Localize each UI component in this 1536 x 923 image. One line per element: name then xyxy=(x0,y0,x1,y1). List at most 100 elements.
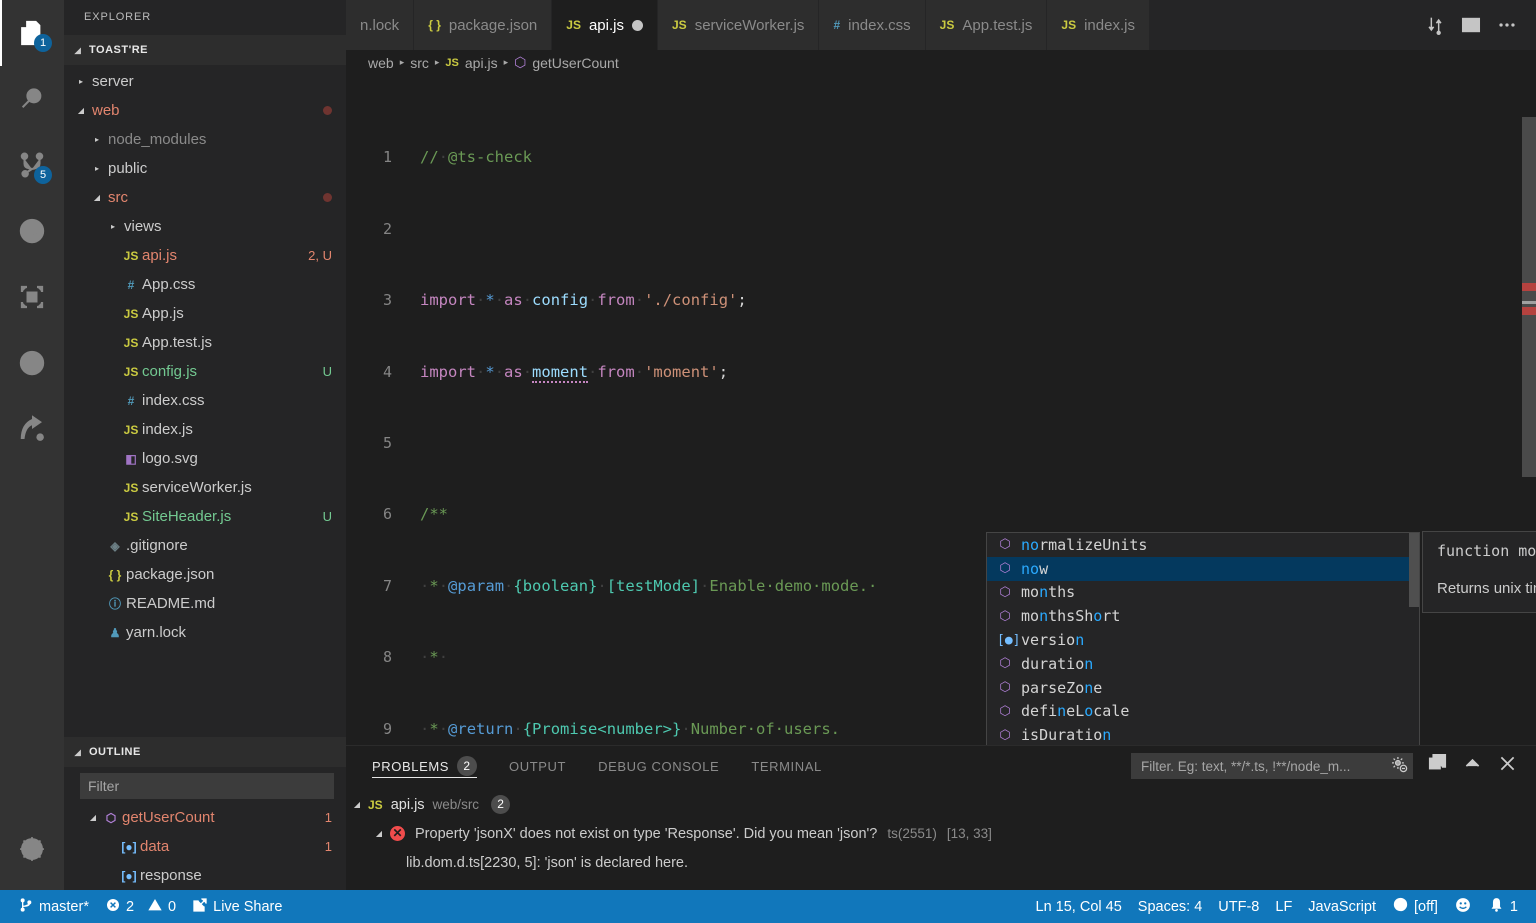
chevron-down-icon[interactable]: ◢ xyxy=(74,106,88,115)
file-tree-item[interactable]: ◢web xyxy=(64,96,346,125)
view-as-table-icon[interactable] xyxy=(1427,753,1448,779)
file-tree-item[interactable]: JSindex.js xyxy=(64,415,346,444)
unsaved-indicator-icon[interactable] xyxy=(632,20,643,31)
editor-tab[interactable]: JSindex.js xyxy=(1047,0,1150,50)
file-tree-item[interactable]: JSApp.js xyxy=(64,299,346,328)
split-editor-icon[interactable] xyxy=(1456,10,1486,40)
outline-header[interactable]: ◢ OUTLINE xyxy=(64,737,346,767)
outline-item[interactable]: ◢⬡getUserCount1 xyxy=(64,803,346,832)
status-cursor-position[interactable]: Ln 15, Col 45 xyxy=(1028,890,1130,923)
activity-item-extensions[interactable] xyxy=(0,264,64,330)
panel-tab-label: DEBUG CONSOLE xyxy=(598,759,719,774)
bell-icon xyxy=(1488,896,1505,917)
chevron-right-icon[interactable]: ▸ xyxy=(90,164,104,173)
status-language-mode[interactable]: JavaScript xyxy=(1300,890,1384,923)
file-tree-item[interactable]: #App.css xyxy=(64,270,346,299)
file-tree-item[interactable]: JSSiteHeader.jsU xyxy=(64,502,346,531)
file-tree-item[interactable]: ♟yarn.lock xyxy=(64,618,346,647)
more-actions-icon[interactable] xyxy=(1492,10,1522,40)
chevron-down-icon[interactable]: ◢ xyxy=(86,813,100,822)
suggestion-item[interactable]: ⬡parseZone xyxy=(987,676,1419,700)
file-tree-item[interactable]: ▸views xyxy=(64,212,346,241)
panel-tab[interactable]: PROBLEMS2 xyxy=(372,746,493,786)
status-notifications[interactable]: 1 xyxy=(1480,890,1526,923)
suggestion-item[interactable]: ⬡normalizeUnits xyxy=(987,533,1419,557)
file-tree-item[interactable]: ◈.gitignore xyxy=(64,531,346,560)
problem-item[interactable]: ◢ ✕ Property 'jsonX' does not exist on t… xyxy=(346,819,1536,848)
file-type-icon: # xyxy=(120,394,142,408)
problems-filter-input[interactable]: Filter. Eg: text, **/*.ts, !**/node_m... xyxy=(1131,753,1413,779)
file-tree-item[interactable]: JSconfig.jsU xyxy=(64,357,346,386)
editor-tab[interactable]: JSserviceWorker.js xyxy=(658,0,819,50)
status-live-share[interactable]: Live Share xyxy=(184,890,290,923)
collapse-panel-icon[interactable] xyxy=(1462,753,1483,779)
suggestion-item[interactable]: ⬡defineLocale xyxy=(987,700,1419,724)
editor-tab[interactable]: { }package.json xyxy=(414,0,552,50)
chevron-right-icon[interactable]: ▸ xyxy=(90,135,104,144)
chevron-right-icon[interactable]: ▸ xyxy=(106,222,120,231)
file-tree-item[interactable]: JSApp.test.js xyxy=(64,328,346,357)
explorer-project-header[interactable]: ◢ TOAST'RE xyxy=(64,35,346,65)
editor-scrollbar[interactable] xyxy=(1522,75,1536,745)
suggestion-item[interactable]: ⬡duration xyxy=(987,652,1419,676)
outline-filter-input[interactable]: Filter xyxy=(80,773,334,799)
suggestion-item[interactable]: ⬡isDuration xyxy=(987,723,1419,745)
file-tree-item[interactable]: #index.css xyxy=(64,386,346,415)
error-marker[interactable] xyxy=(1522,307,1536,315)
problems-file-group[interactable]: ◢ JS api.js web/src 2 xyxy=(346,790,1536,819)
file-tree-item[interactable]: JSapi.js2, U xyxy=(64,241,346,270)
file-tree-item[interactable]: ▸server xyxy=(64,67,346,96)
file-tree-item[interactable]: ⓘREADME.md xyxy=(64,589,346,618)
editor-tab[interactable]: JSApp.test.js xyxy=(926,0,1048,50)
suggestion-item[interactable]: [●]version xyxy=(987,628,1419,652)
file-tree-item[interactable]: { }package.json xyxy=(64,560,346,589)
chevron-down-icon[interactable]: ◢ xyxy=(346,800,368,809)
panel-tab[interactable]: DEBUG CONSOLE xyxy=(598,746,735,786)
suggestion-list[interactable]: ⬡normalizeUnits⬡now⬡months⬡monthsShort[●… xyxy=(986,532,1420,745)
panel-tab[interactable]: OUTPUT xyxy=(509,746,582,786)
status-encoding[interactable]: UTF-8 xyxy=(1210,890,1267,923)
chevron-down-icon[interactable]: ◢ xyxy=(90,193,104,202)
editor-tab[interactable]: #index.css xyxy=(819,0,925,50)
activity-item-source-control[interactable]: 5 xyxy=(0,132,64,198)
code-editor[interactable]: 1//·@ts-check 2 3import·*·as·config·from… xyxy=(346,75,1536,745)
activity-item-run-and-debug[interactable] xyxy=(0,198,64,264)
suggestion-item[interactable]: ⬡months xyxy=(987,581,1419,605)
file-tree-item[interactable]: JSserviceWorker.js xyxy=(64,473,346,502)
panel-tab[interactable]: TERMINAL xyxy=(751,746,838,786)
problem-related-info[interactable]: lib.dom.d.ts[2230, 5]: 'json' is declare… xyxy=(346,848,1536,877)
suggest-scrollbar[interactable] xyxy=(1409,533,1419,607)
file-tree-item[interactable]: ▸public xyxy=(64,154,346,183)
scrollbar-thumb[interactable] xyxy=(1522,117,1536,477)
outline-item[interactable]: [●]data1 xyxy=(64,832,346,861)
breadcrumb-item[interactable]: src xyxy=(410,55,429,71)
status-errors-warnings[interactable]: 2 0 xyxy=(97,890,184,923)
filter-settings-icon[interactable] xyxy=(1390,755,1409,777)
breadcrumb-item[interactable]: getUserCount xyxy=(532,55,618,71)
file-tree-item[interactable]: ▸node_modules xyxy=(64,125,346,154)
close-panel-icon[interactable] xyxy=(1497,753,1518,779)
activity-item-explorer[interactable]: 1 xyxy=(0,0,64,66)
file-tree-item[interactable]: ◧logo.svg xyxy=(64,444,346,473)
breadcrumb-item[interactable]: api.js xyxy=(465,55,498,71)
activity-item-live-share[interactable] xyxy=(0,396,64,462)
activity-item-search[interactable] xyxy=(0,66,64,132)
suggestion-item[interactable]: ⬡monthsShort xyxy=(987,604,1419,628)
outline-item[interactable]: [●]response xyxy=(64,861,346,890)
file-tree-item[interactable]: ◢src xyxy=(64,183,346,212)
editor-tab[interactable]: n.lock xyxy=(346,0,414,50)
breadcrumb-item[interactable]: web xyxy=(368,55,394,71)
error-marker[interactable] xyxy=(1522,283,1536,291)
chevron-right-icon[interactable]: ▸ xyxy=(74,77,88,86)
status-indentation[interactable]: Spaces: 4 xyxy=(1130,890,1211,923)
status-eol[interactable]: LF xyxy=(1267,890,1300,923)
status-feedback[interactable] xyxy=(1446,890,1480,923)
status-branch[interactable]: master* xyxy=(10,890,97,923)
suggestion-item[interactable]: ⬡now xyxy=(987,557,1419,581)
status-screencast[interactable]: [off] xyxy=(1384,890,1446,923)
chevron-down-icon[interactable]: ◢ xyxy=(368,829,390,838)
activity-item-settings[interactable] xyxy=(0,816,64,882)
activity-item-test[interactable] xyxy=(0,330,64,396)
run-file-icon[interactable] xyxy=(1420,10,1450,40)
editor-tab[interactable]: JSapi.js xyxy=(552,0,658,50)
